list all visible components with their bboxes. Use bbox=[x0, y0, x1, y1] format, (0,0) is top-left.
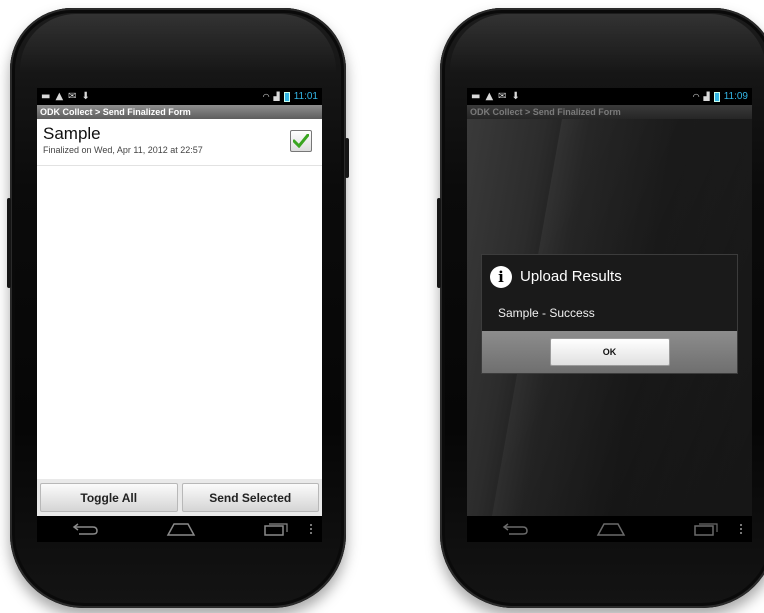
form-checkbox[interactable] bbox=[290, 130, 312, 152]
dialog-message: Sample - Success bbox=[498, 306, 595, 320]
status-bar: ▬ ▲ ✉ ⬇ ◠ ▟ 11:09 bbox=[467, 88, 752, 105]
download-icon: ⬇ bbox=[511, 91, 520, 102]
dialog-header: i Upload Results bbox=[482, 255, 737, 298]
home-icon[interactable] bbox=[166, 522, 196, 536]
dialog-button-bar: OK bbox=[482, 331, 737, 373]
mail-icon: ✉ bbox=[68, 91, 77, 102]
right-phone: ▬ ▲ ✉ ⬇ ◠ ▟ 11:09 ODK Collect > Send Fin… bbox=[437, 8, 764, 608]
menu-icon[interactable] bbox=[310, 524, 312, 534]
wifi-icon: ◠ bbox=[692, 92, 700, 101]
back-icon[interactable] bbox=[71, 522, 99, 536]
warning-icon: ▲ bbox=[485, 91, 494, 102]
warning-icon: ▲ bbox=[55, 91, 64, 102]
page-title: ODK Collect > Send Finalized Form bbox=[37, 105, 322, 119]
send-selected-button[interactable]: Send Selected bbox=[181, 483, 319, 512]
check-icon bbox=[293, 134, 309, 148]
left-phone: ▬ ▲ ✉ ⬇ ◠ ▟ 11:01 ODK Collect > Send Fin… bbox=[7, 8, 349, 608]
signal-icon: ▟ bbox=[703, 92, 710, 101]
menu-icon[interactable] bbox=[740, 524, 742, 534]
battery-icon bbox=[713, 91, 720, 102]
nav-bar bbox=[37, 516, 322, 542]
info-icon: i bbox=[490, 265, 512, 288]
list-item[interactable]: Sample Finalized on Wed, Apr 11, 2012 at… bbox=[37, 119, 322, 166]
signal-icon: ▟ bbox=[273, 92, 280, 101]
back-icon[interactable] bbox=[501, 522, 529, 536]
bottom-button-bar: Toggle All Send Selected bbox=[37, 479, 322, 516]
left-screen: ▬ ▲ ✉ ⬇ ◠ ▟ 11:01 ODK Collect > Send Fin… bbox=[37, 88, 322, 516]
toggle-all-button[interactable]: Toggle All bbox=[40, 483, 178, 512]
status-time: 11:01 bbox=[293, 91, 318, 102]
status-time: 11:09 bbox=[723, 91, 748, 102]
notification-icon: ▬ bbox=[471, 91, 481, 102]
upload-results-dialog: i Upload Results Sample - Success OK bbox=[481, 254, 738, 374]
download-icon: ⬇ bbox=[81, 91, 90, 102]
volume-button bbox=[7, 198, 11, 288]
recent-apps-icon[interactable] bbox=[693, 522, 719, 536]
home-icon[interactable] bbox=[596, 522, 626, 536]
recent-apps-icon[interactable] bbox=[263, 522, 289, 536]
wifi-icon: ◠ bbox=[262, 92, 270, 101]
battery-icon bbox=[283, 91, 290, 102]
power-button bbox=[345, 138, 349, 178]
volume-button bbox=[437, 198, 441, 288]
nav-bar bbox=[467, 516, 752, 542]
form-subtitle: Finalized on Wed, Apr 11, 2012 at 22:57 bbox=[43, 145, 203, 155]
mail-icon: ✉ bbox=[498, 91, 507, 102]
ok-button[interactable]: OK bbox=[549, 338, 670, 366]
status-bar: ▬ ▲ ✉ ⬇ ◠ ▟ 11:01 bbox=[37, 88, 322, 105]
page-title: ODK Collect > Send Finalized Form bbox=[467, 105, 752, 119]
form-name: Sample bbox=[43, 124, 101, 143]
dialog-title: Upload Results bbox=[520, 268, 622, 285]
right-screen: ▬ ▲ ✉ ⬇ ◠ ▟ 11:09 ODK Collect > Send Fin… bbox=[467, 88, 752, 516]
form-list: Sample Finalized on Wed, Apr 11, 2012 at… bbox=[37, 119, 322, 479]
notification-icon: ▬ bbox=[41, 91, 51, 102]
